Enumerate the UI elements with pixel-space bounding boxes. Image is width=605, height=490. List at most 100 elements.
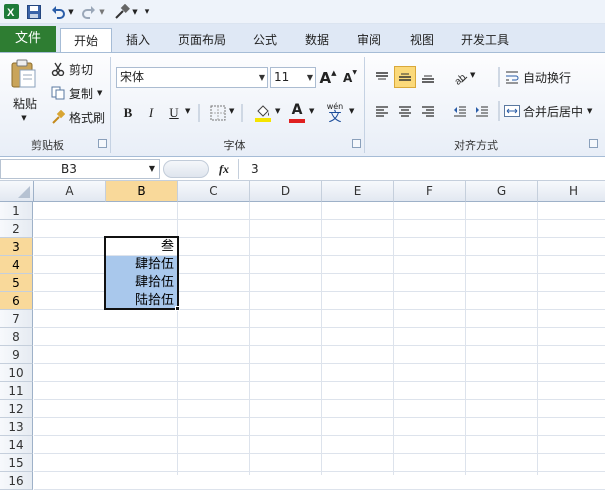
italic-button[interactable]: I [141,103,161,123]
column-header-a[interactable]: A [34,181,106,202]
row-header-3[interactable]: 3 [0,238,33,256]
format-painter-button[interactable]: 格式刷 [50,108,105,126]
merge-center-dropdown-icon[interactable]: ▼ [587,107,592,115]
row-header-10[interactable]: 10 [0,364,33,382]
orientation-dropdown-icon[interactable]: ▼ [470,71,478,79]
tab-home[interactable]: 开始 [60,28,112,52]
phonetic-button[interactable]: wén 文 [322,100,348,126]
redo-icon[interactable] [81,3,97,20]
save-icon[interactable] [26,3,42,20]
font-launcher-icon[interactable] [352,139,361,148]
excel-logo-icon[interactable]: X [3,3,19,20]
row-header-6[interactable]: 6 [0,292,33,310]
redo-dropdown-icon[interactable]: ▼ [98,3,106,20]
spreadsheet-grid[interactable]: ABCDEFGH 1 2 3 4 5 6 7 8 9 10 11 12 13 14 15 16 叁 肆拾伍 肆… [0,181,605,490]
align-middle-icon[interactable] [394,66,416,88]
insert-function-button[interactable]: fx [212,159,236,179]
tab-page-layout[interactable]: 页面布局 [170,28,234,52]
paste-dropdown-icon[interactable]: ▼ [18,113,30,123]
gridline [465,202,466,475]
fill-handle[interactable] [175,306,180,311]
tab-view[interactable]: 视图 [402,28,442,52]
column-header-b[interactable]: B [106,181,178,202]
alignment-launcher-icon[interactable] [589,139,598,148]
column-header-h[interactable]: H [538,181,605,202]
row-header-8[interactable]: 8 [0,328,33,346]
row-header-9[interactable]: 9 [0,346,33,364]
decrease-indent-icon[interactable] [450,101,470,121]
group-divider [364,57,365,153]
grow-font-icon: A [319,68,332,87]
row-header-12[interactable]: 12 [0,400,33,418]
row-header-1[interactable]: 1 [0,202,33,220]
tab-insert[interactable]: 插入 [118,28,158,52]
phonetic-char: 文 [328,109,342,125]
align-center-icon[interactable] [395,101,415,121]
wrap-text-button[interactable]: 自动换行 [504,68,571,86]
merge-center-button[interactable]: 合并后居中 ▼ [504,102,592,120]
merge-center-label: 合并后居中 [523,104,584,119]
underline-button[interactable]: U [164,103,184,123]
phonetic-dropdown-icon[interactable]: ▼ [349,107,357,115]
orientation-icon[interactable]: ab [450,67,470,87]
row-header-14[interactable]: 14 [0,436,33,454]
gridline [34,381,605,382]
row-header-5[interactable]: 5 [0,274,33,292]
tab-developer[interactable]: 开发工具 [455,28,515,52]
shrink-font-button[interactable]: A ▼ [342,67,358,88]
grow-arrow-icon: ▲ [331,68,337,77]
select-all-corner[interactable] [0,181,34,202]
tab-review[interactable]: 审阅 [349,28,389,52]
clipboard-launcher-icon[interactable] [98,139,107,148]
grow-font-button[interactable]: A ▲ [319,67,337,88]
name-box-dropdown-icon[interactable]: ▼ [149,160,155,178]
align-right-icon[interactable] [418,101,438,121]
copy-dropdown-icon[interactable]: ▼ [97,89,102,97]
row-header-15[interactable]: 15 [0,454,33,472]
bold-button[interactable]: B [118,103,138,123]
borders-dropdown-icon[interactable]: ▼ [229,107,237,115]
gridline [34,471,605,472]
fill-color-dropdown-icon[interactable]: ▼ [275,107,283,115]
column-header-d[interactable]: D [250,181,322,202]
borders-icon[interactable] [208,103,228,123]
align-top-icon[interactable] [372,67,392,87]
row-header-4[interactable]: 4 [0,256,33,274]
row-header-13[interactable]: 13 [0,418,33,436]
column-header-c[interactable]: C [178,181,250,202]
align-bottom-icon[interactable] [418,67,438,87]
increase-indent-icon[interactable] [472,101,492,121]
cut-button[interactable]: 剪切 [50,60,93,78]
column-header-g[interactable]: G [466,181,538,202]
underline-dropdown-icon[interactable]: ▼ [185,107,193,115]
font-color-button[interactable]: A [286,101,308,125]
paste-icon[interactable] [8,59,40,89]
paint-bucket-icon [257,105,269,117]
row-header-2[interactable]: 2 [0,220,33,238]
undo-icon[interactable] [50,3,66,20]
formula-input[interactable]: 3 [238,159,605,179]
gridline [34,219,605,220]
tab-data[interactable]: 数据 [297,28,337,52]
undo-dropdown-icon[interactable]: ▼ [67,3,75,20]
fill-color-swatch [255,118,271,122]
name-box[interactable]: B3 ▼ [0,159,160,179]
svg-text:X: X [7,7,15,19]
tool-dropdown-icon[interactable]: ▼ [131,3,139,20]
font-size-select[interactable]: 11 ▼ [270,67,316,88]
column-header-e[interactable]: E [322,181,394,202]
column-header-f[interactable]: F [394,181,466,202]
format-painter-icon[interactable] [113,3,131,20]
row-header-11[interactable]: 11 [0,382,33,400]
font-color-dropdown-icon[interactable]: ▼ [309,107,317,115]
copy-button[interactable]: 复制 ▼ [50,84,102,102]
fill-color-button[interactable] [252,101,274,125]
wrap-text-icon [504,70,520,84]
tab-formulas[interactable]: 公式 [245,28,285,52]
tab-file[interactable]: 文件 [0,26,56,52]
row-header-7[interactable]: 7 [0,310,33,328]
customize-icon[interactable]: ▾ [142,3,152,20]
align-left-icon[interactable] [372,101,392,121]
font-name-select[interactable]: 宋体 ▼ [116,67,268,88]
paste-button[interactable]: 粘贴 [10,95,40,111]
